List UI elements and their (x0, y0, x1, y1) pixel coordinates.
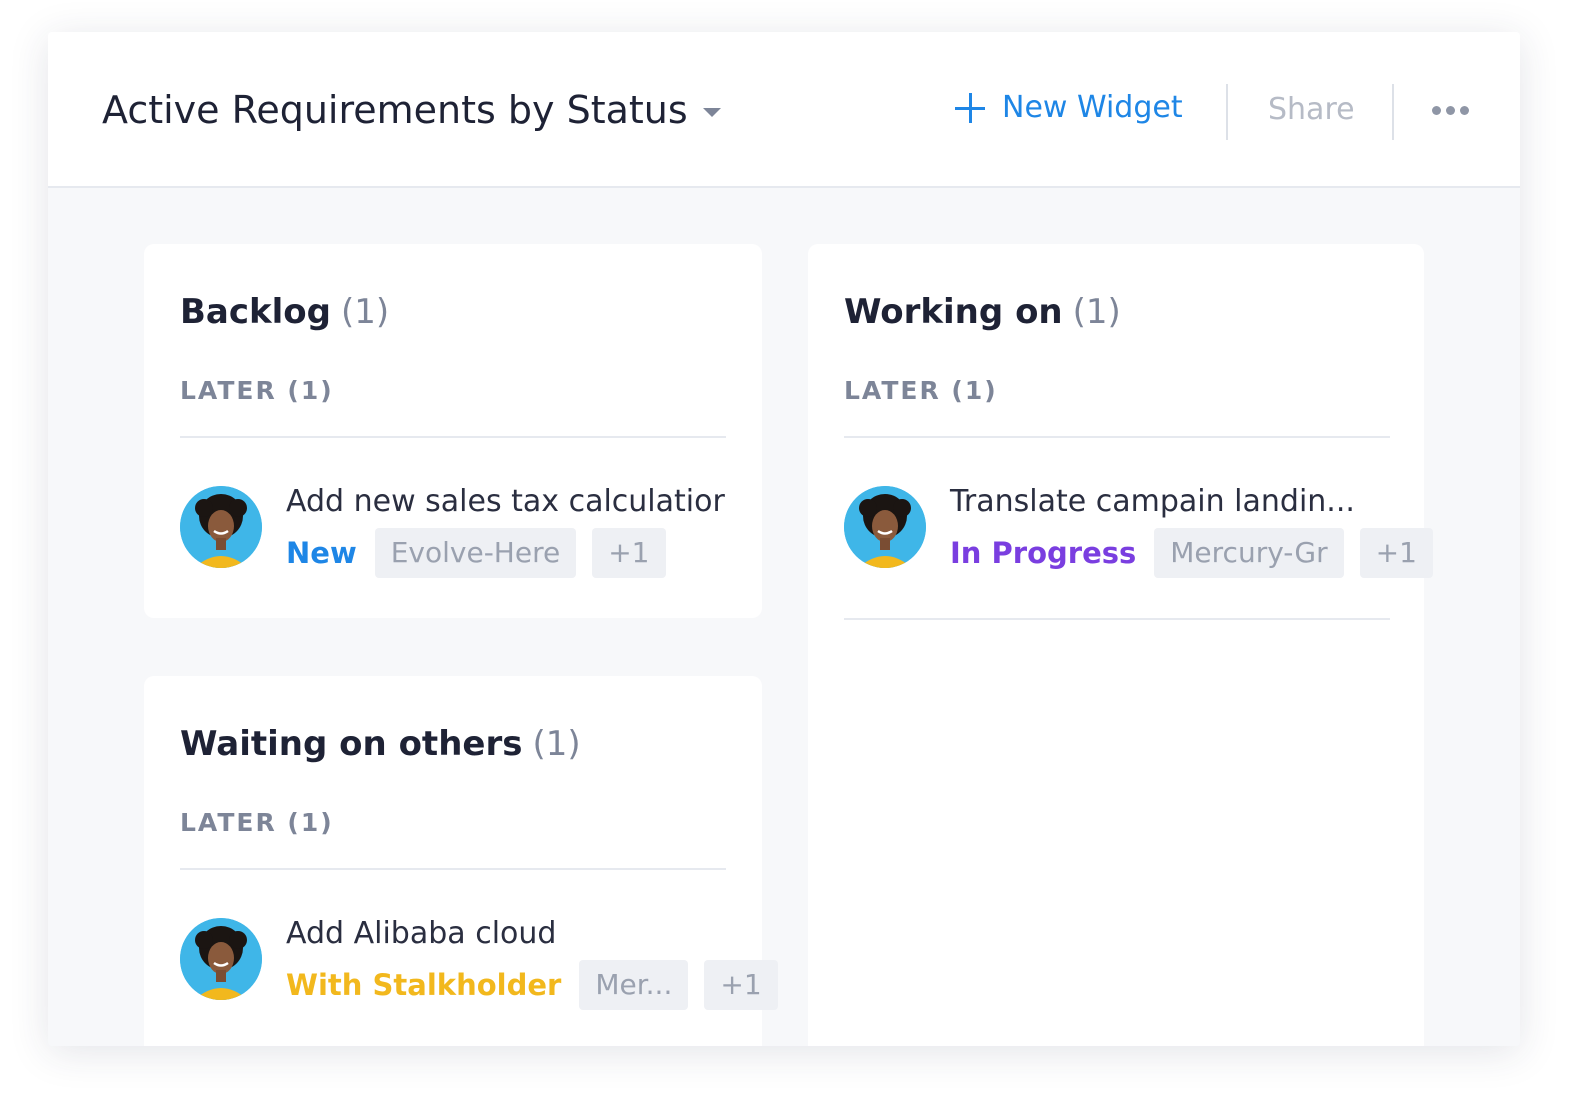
group-label[interactable]: LATER (1) (180, 808, 334, 837)
avatar (180, 486, 262, 568)
divider (180, 436, 726, 438)
card-count: (1) (532, 724, 581, 764)
card-count: (1) (1072, 292, 1121, 332)
new-widget-label: New Widget (1002, 90, 1183, 125)
requirement-meta: In Progress Mercury-Gr +1 (950, 528, 1449, 578)
requirement-meta: New Evolve-Here +1 (286, 528, 682, 578)
header-divider (1226, 84, 1228, 140)
card-title-label: Backlog (180, 292, 331, 332)
status-badge: New (286, 536, 357, 570)
tag[interactable]: Mercury-Gr (1154, 528, 1344, 578)
tag-more[interactable]: +1 (1359, 528, 1433, 578)
requirement-title[interactable]: Add new sales tax calculatior (286, 484, 725, 519)
card-title: Waiting on others (1) (180, 724, 581, 764)
widget-header: Active Requirements by Status New Widget… (48, 32, 1520, 188)
header-divider (1392, 84, 1394, 140)
status-card-working-on: Working on (1) LATER (1) Translate campai… (808, 244, 1433, 1046)
requirement-title[interactable]: Translate campain landin... (950, 484, 1355, 519)
tag[interactable]: Evolve-Here (374, 528, 577, 578)
tag-more[interactable]: +1 (704, 960, 778, 1010)
avatar (180, 918, 262, 1000)
status-card-waiting-on-others: Waiting on others (1) LATER (1) Add Aliba… (144, 676, 778, 1046)
plus-icon (954, 92, 986, 124)
status-badge: In Progress (950, 536, 1137, 570)
tag[interactable]: Mer... (579, 960, 689, 1010)
dashboard-window: Active Requirements by Status New Widget… (48, 32, 1520, 1046)
page-title: Active Requirements by Status (102, 88, 688, 132)
group-label[interactable]: LATER (1) (180, 376, 334, 405)
requirement-title[interactable]: Add Alibaba cloud (286, 916, 556, 951)
status-card-backlog: Backlog (1) LATER (1) Add new sales tax c… (144, 244, 762, 618)
status-badge: With Stalkholder (286, 968, 562, 1002)
divider (844, 436, 1390, 438)
card-title-label: Working on (844, 292, 1063, 332)
card-title-label: Waiting on others (180, 724, 523, 764)
new-widget-button[interactable]: New Widget (954, 90, 1183, 125)
card-title: Working on (1) (844, 292, 1121, 332)
divider (844, 618, 1390, 620)
tag-more[interactable]: +1 (592, 528, 666, 578)
card-count: (1) (340, 292, 390, 332)
card-title: Backlog (1) (180, 292, 389, 332)
group-label[interactable]: LATER (1) (844, 376, 998, 405)
share-button[interactable]: Share (1268, 92, 1355, 127)
avatar (844, 486, 926, 568)
chevron-down-icon[interactable] (703, 108, 721, 117)
divider (180, 868, 726, 870)
requirement-meta: With Stalkholder Mer... +1 (286, 960, 794, 1010)
more-options-icon[interactable] (1432, 106, 1469, 115)
